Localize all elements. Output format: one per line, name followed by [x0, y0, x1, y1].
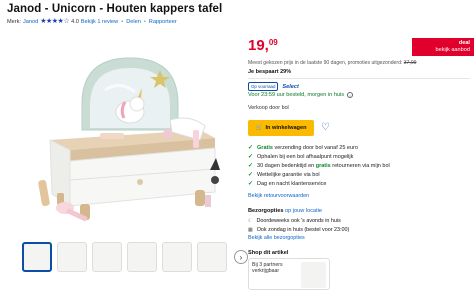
list-item: ▦ Ook zondag in huis (bestel voor 23:00) [248, 227, 350, 233]
brand-link[interactable]: Janod [23, 19, 38, 25]
list-item: ☾ Doordeweeks ook 's avonds in huis [248, 218, 341, 224]
price-cents: 09 [268, 38, 278, 47]
checkmark-icon: ✓ [248, 154, 254, 160]
thumbnail-2[interactable] [57, 242, 87, 272]
thumbnail-5[interactable] [162, 242, 192, 272]
checkmark-icon: ✓ [248, 172, 254, 178]
delivery-options-list: ☾ Doordeweeks ook 's avonds in huis ▦ Ook … [248, 217, 349, 235]
heart-icon[interactable]: ♡ [321, 123, 330, 133]
shop-card[interactable]: Bij 3 partners verkrijgbaar [248, 258, 330, 290]
reference-price-text: Meest gekozen prijs in de laatste 90 dag… [248, 60, 417, 66]
share-link[interactable]: Delen [126, 19, 141, 25]
thumbnail-6[interactable] [197, 242, 227, 272]
all-delivery-options-link[interactable]: Bekijk alle bezorgopties [248, 235, 305, 241]
list-item: ✓ Ophalen bij een bol afhaalpunt mogelijk [248, 154, 354, 160]
divider [248, 78, 470, 79]
rating-value: 4.0 [71, 18, 79, 25]
reference-price: 37,09 [403, 60, 417, 66]
brand-label: Merk: [7, 18, 21, 25]
checkmark-icon: ✓ [248, 163, 254, 169]
list-item: ✓ Dag en nacht klantenservice [248, 181, 327, 187]
thumbnail-3[interactable] [92, 242, 122, 272]
thumbnail-1[interactable] [22, 242, 52, 272]
delivery-options-heading: Bezorgopties op jouw locatie [248, 208, 323, 214]
price-main: 19, [248, 37, 269, 54]
location-link[interactable]: op jouw locatie [285, 208, 322, 214]
calendar-icon: ▦ [248, 227, 253, 233]
rating-stars: ★★★★☆ [40, 18, 70, 25]
moon-icon: ☾ [248, 218, 253, 224]
in-stock-badge: Op voorraad [248, 82, 279, 91]
returns-link[interactable]: Bekijk retourvoorwaarden [248, 193, 309, 199]
select-logo: Select [282, 83, 299, 90]
partners-text: Bij 3 partners verkrijgbaar [252, 262, 283, 274]
product-main-image[interactable] [10, 30, 240, 235]
list-item: ✓ Gratis verzending door bol vanaf 25 eur… [248, 145, 358, 151]
list-item: ✓ Wettelijke garantie via bol [248, 172, 320, 178]
deal-link[interactable]: bekijk aanbod [412, 47, 470, 54]
checkmark-icon: ✓ [248, 145, 254, 151]
thumbnail-strip: › [22, 242, 248, 272]
savings-text: Je bespaart 29% [248, 69, 292, 75]
delivery-promise: Voor 23:59 uur besteld, morgen in huis i [248, 92, 354, 98]
product-title: Janod - Unicorn - Houten kappers tafel [7, 3, 223, 15]
shop-heading: Shop dit artikel [248, 250, 289, 256]
checkmark-icon: ✓ [248, 181, 254, 187]
chevron-right-icon[interactable]: › [234, 250, 248, 264]
add-to-cart-button[interactable]: 🛒 In winkelwagen [248, 120, 314, 136]
product-meta: Merk: Janod ★★★★☆ 4.0 Bekijk 1 review • … [7, 18, 177, 25]
info-icon[interactable]: i [347, 92, 354, 98]
report-link[interactable]: Rapporteer [149, 19, 177, 25]
price: 19,09 [248, 38, 278, 53]
thumbnail-4[interactable] [127, 242, 157, 272]
usp-list: ✓ Gratis verzending door bol vanaf 25 eur… [248, 144, 390, 189]
seller-text: Verkoop door bol [248, 105, 289, 111]
shop-thumbnail [300, 262, 326, 288]
cart-icon: 🛒 [255, 125, 263, 131]
deal-label: deal [458, 40, 470, 46]
review-link[interactable]: Bekijk 1 review [81, 19, 118, 25]
list-item: ✓ 30 dagen bedenktijd en gratis retourner… [248, 163, 390, 169]
add-to-cart-label: In winkelwagen [265, 125, 307, 131]
deal-badge[interactable]: deal bekijk aanbod [412, 38, 474, 56]
stock-row: Op voorraad Select [248, 82, 299, 91]
